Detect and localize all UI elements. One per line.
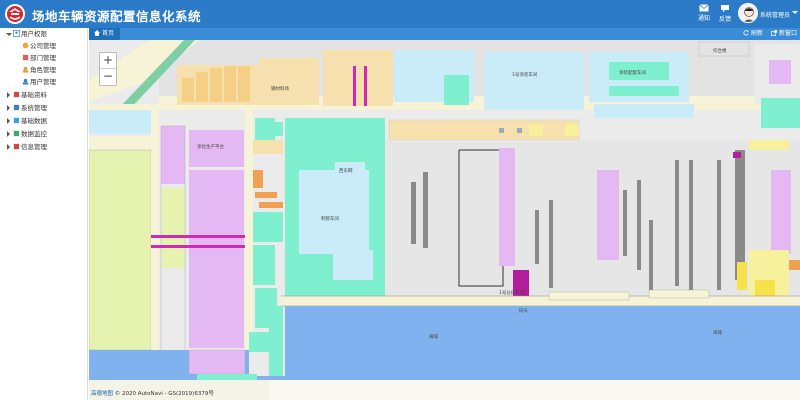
info-icon (13, 143, 20, 150)
basic-data-icon (13, 91, 20, 98)
map-attribution: 高德地图 © 2020 AutoNavi - GS(2019)6379号 (91, 389, 214, 397)
sidebar-item-label: 数据监控 (21, 130, 47, 138)
top-header: 场地车辆资源配置信息化系统 通知 反馈 系统管理员 (0, 0, 800, 28)
mail-icon (699, 4, 709, 12)
zoom-in-button[interactable]: + (100, 53, 116, 69)
sidebar-item-system[interactable]: 系统管理 (0, 102, 88, 114)
caret-right-icon (7, 131, 10, 137)
feedback-button[interactable]: 反馈 (714, 4, 736, 23)
new-window-label: 新窗口 (779, 30, 798, 37)
map-label-dock: 码头 (519, 309, 528, 314)
sidebar-item-label: 用户权限 (21, 30, 47, 38)
caret-right-icon (7, 118, 10, 124)
caret-right-icon (7, 105, 10, 111)
feedback-label: 反馈 (718, 16, 731, 23)
main-content: 首页 刷新 新窗口 涂化生产平台 钢材料场 制管车间 西东网 1号涂装车间 涂装… (89, 28, 800, 400)
notify-label: 通知 (697, 15, 710, 22)
amap-logo: 高德地图 (91, 391, 114, 397)
sidebar: 用户权限 公司管理 部门管理 角色管理 用户管理 基础资料 系统管理 基础数据 … (0, 28, 88, 400)
user-shield-icon (13, 30, 20, 37)
system-icon (13, 104, 20, 111)
refresh-icon (743, 30, 749, 36)
monitor-icon (13, 130, 20, 137)
user-icon (22, 78, 29, 85)
caret-right-icon (7, 92, 10, 98)
sidebar-item-monitor[interactable]: 数据监控 (0, 128, 88, 140)
sidebar-item-label: 系统管理 (21, 104, 47, 112)
sidebar-item-label: 角色管理 (30, 66, 56, 74)
home-icon (94, 30, 100, 36)
map-label-shed: 钢材料场 (271, 87, 289, 92)
role-icon (22, 66, 29, 73)
data-icon (13, 117, 20, 124)
refresh-button[interactable]: 刷新 (743, 28, 763, 40)
sidebar-item-user-permission[interactable]: 用户权限 (0, 28, 88, 40)
refresh-label: 刷新 (751, 30, 764, 37)
company-icon (22, 42, 29, 49)
map-label-platform-central: 1号分段平台 (499, 291, 525, 296)
map-label-plant: 制管车间 (321, 217, 339, 222)
tab-home[interactable]: 首页 (89, 28, 121, 40)
sidebar-item-basic-data[interactable]: 基础资料 (0, 89, 88, 101)
notify-button[interactable]: 通知 (693, 4, 715, 22)
new-window-button[interactable]: 新窗口 (771, 28, 797, 40)
zoom-control: + − (99, 52, 117, 86)
company-logo (5, 4, 25, 24)
sidebar-item-label: 部门管理 (30, 54, 56, 62)
sidebar-item-label: 基础数据 (21, 117, 47, 125)
sidebar-item-role[interactable]: 角色管理 (0, 64, 88, 76)
sidebar-item-data[interactable]: 基础数据 (0, 115, 88, 127)
app-title: 场地车辆资源配置信息化系统 (32, 9, 202, 24)
sidebar-item-user[interactable]: 用户管理 (0, 76, 88, 88)
user-name[interactable]: 系统管理员 (760, 10, 790, 19)
department-icon (22, 54, 29, 61)
sidebar-item-label: 用户管理 (30, 78, 56, 86)
sidebar-item-label: 公司管理 (30, 42, 56, 50)
caret-right-icon (7, 144, 10, 150)
sidebar-item-label: 基础资料 (21, 91, 47, 99)
map-label-sea-mid: 海域 (429, 335, 438, 340)
tab-bar: 首页 刷新 新窗口 (89, 28, 800, 40)
map-canvas[interactable] (89, 40, 800, 400)
sidebar-item-label: 信息管理 (21, 143, 47, 151)
sidebar-item-info[interactable]: 信息管理 (0, 141, 88, 153)
map-label-sea-south: 海域 (713, 331, 722, 336)
tab-home-label: 首页 (102, 30, 115, 37)
attribution-text: © 2020 AutoNavi - GS(2019)6379号 (114, 391, 214, 397)
chevron-down-icon[interactable] (792, 11, 798, 14)
map-label-paint-shop: 涂装配套车间 (619, 71, 646, 76)
user-avatar[interactable] (738, 3, 758, 23)
zoom-out-button[interactable]: − (100, 69, 116, 85)
external-link-icon (771, 30, 777, 36)
site-map[interactable]: 涂化生产平台 钢材料场 制管车间 西东网 1号涂装车间 涂装配套车间 综合楼 1… (89, 40, 800, 400)
sidebar-item-company[interactable]: 公司管理 (0, 40, 88, 52)
map-label-office: 综合楼 (713, 49, 727, 54)
avatar-icon (743, 7, 755, 22)
sidebar-item-department[interactable]: 部门管理 (0, 52, 88, 64)
caret-down-icon (6, 33, 12, 36)
feedback-icon (721, 5, 729, 13)
map-label-north-shop: 1号涂装车间 (512, 73, 538, 78)
map-label-platform-west: 涂化生产平台 (197, 145, 224, 150)
map-label-west-shop: 西东网 (339, 169, 353, 174)
